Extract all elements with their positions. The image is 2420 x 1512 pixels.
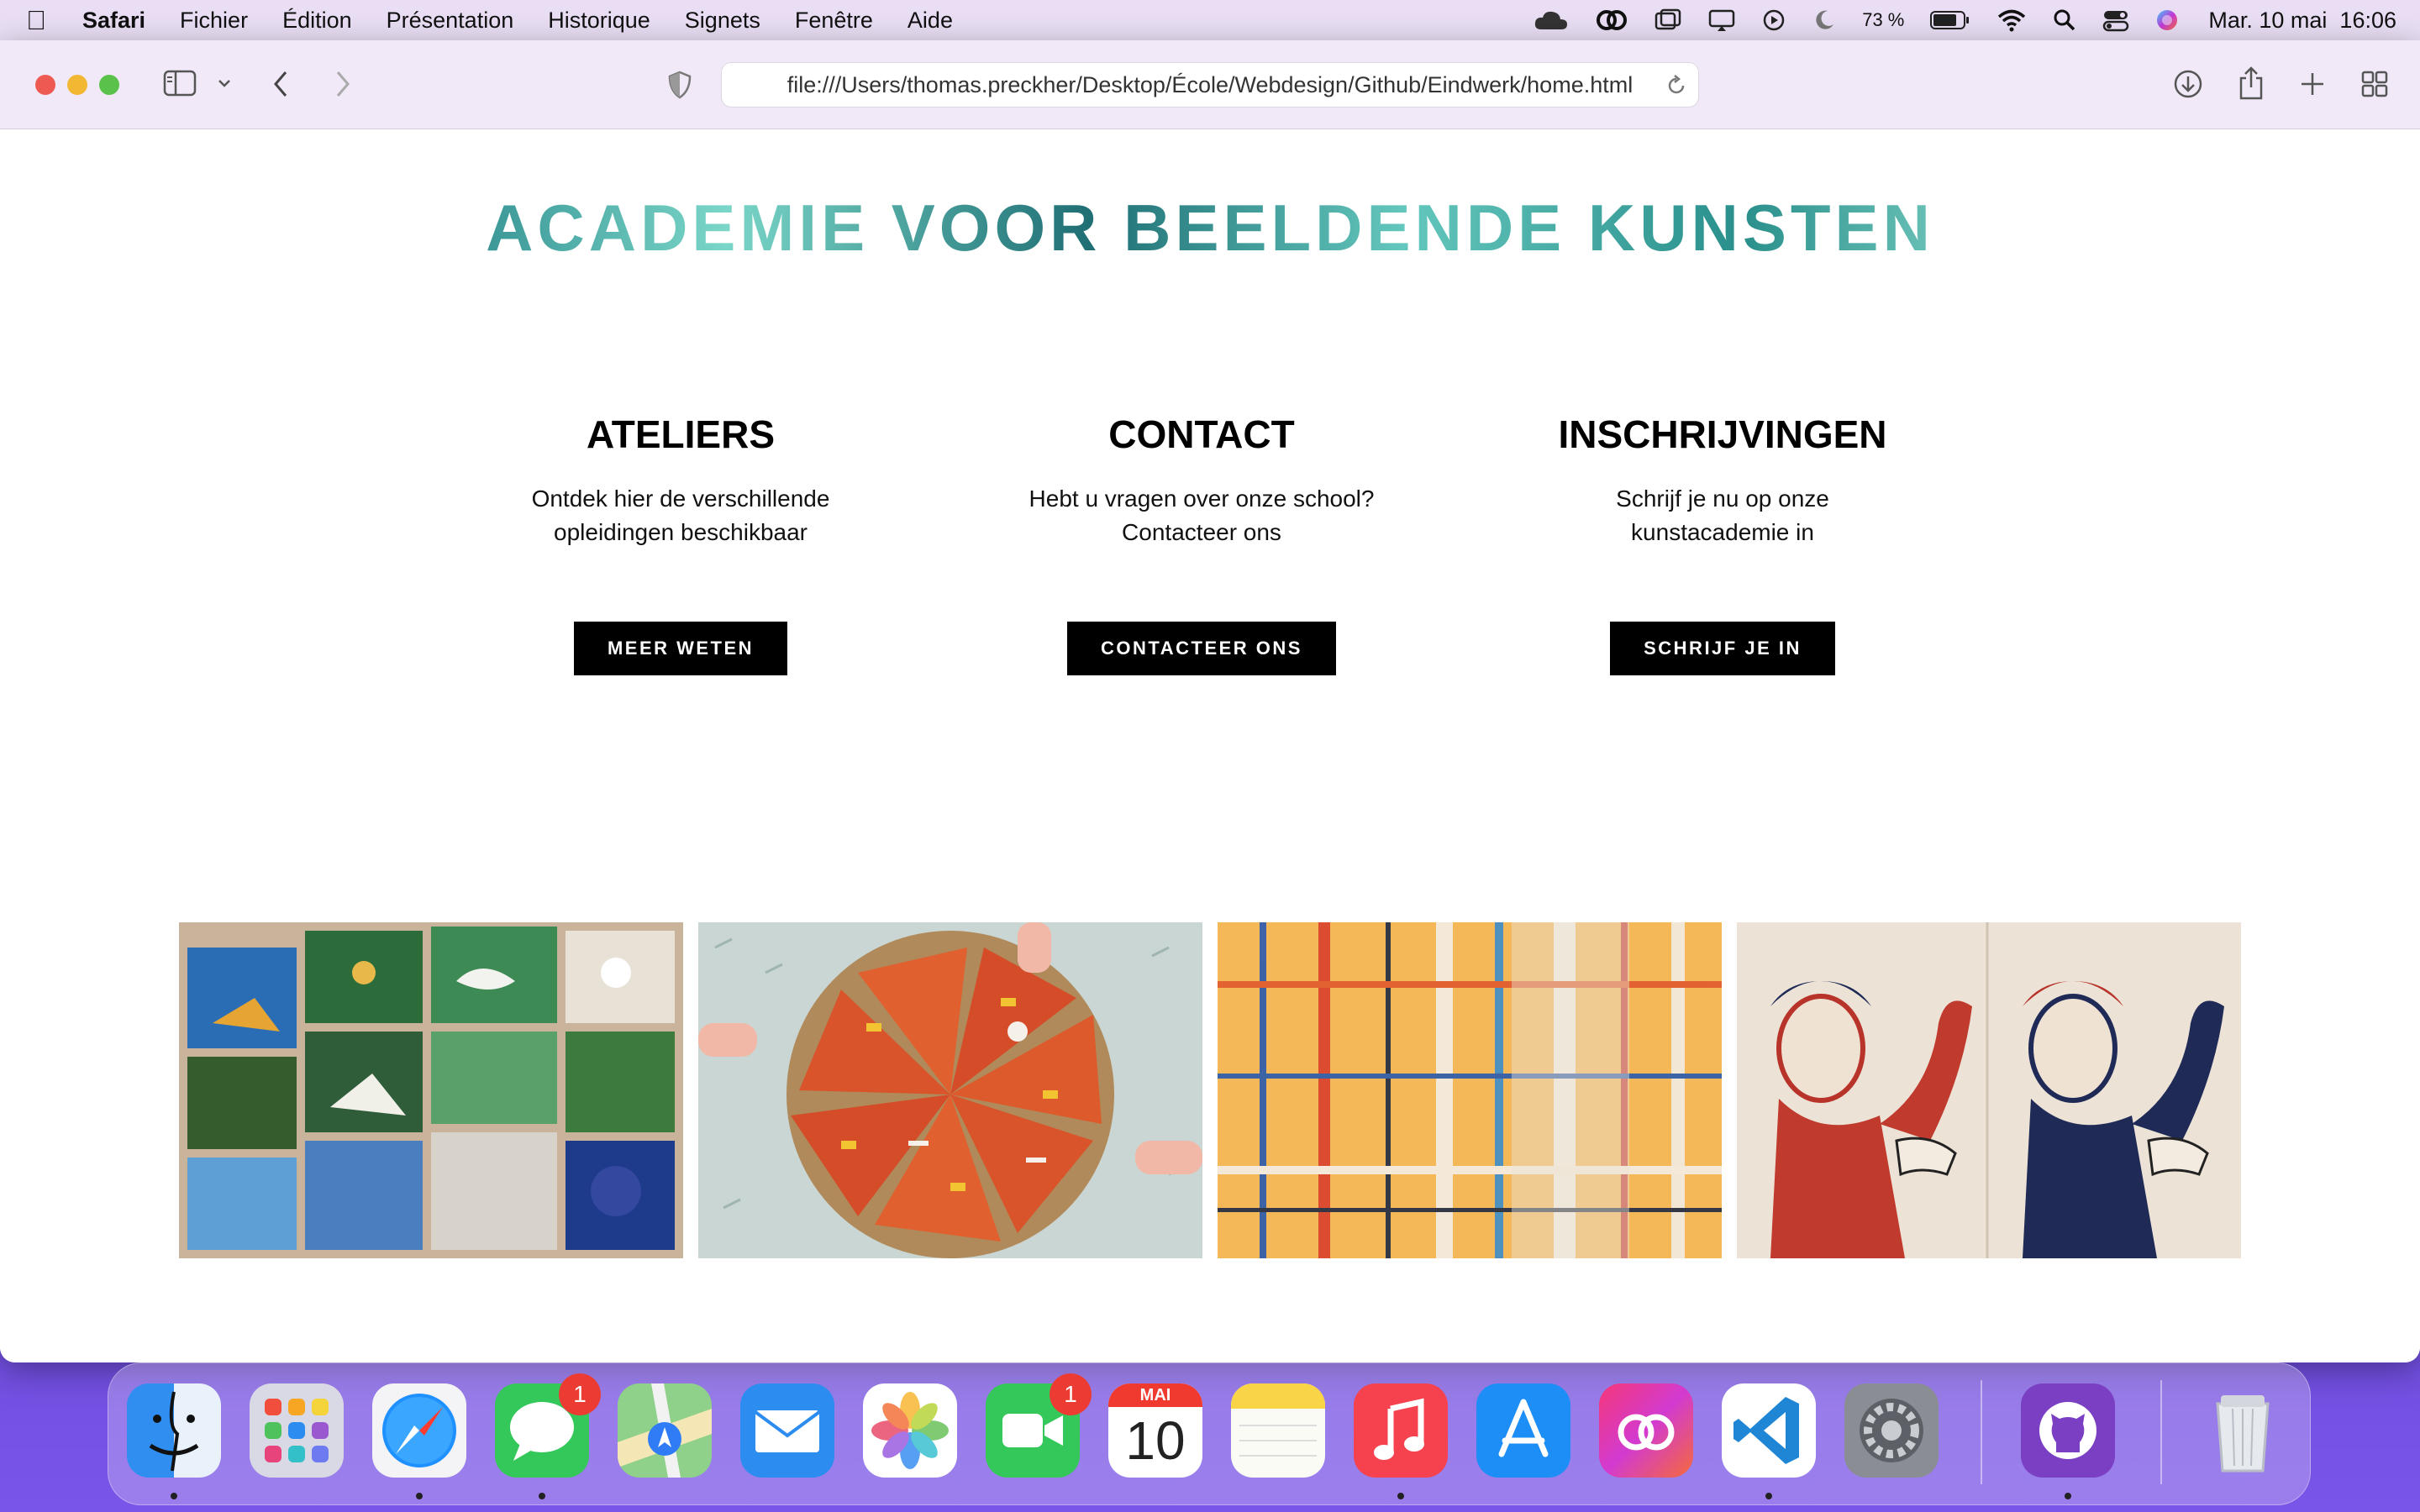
music-app-icon[interactable] <box>1354 1383 1448 1478</box>
finder-app-icon[interactable] <box>127 1383 221 1478</box>
column-text: Schrijf je nu op onze kunstacademie in <box>1616 486 1829 545</box>
launchpad-app-icon[interactable] <box>250 1383 344 1478</box>
calendar-app-icon[interactable]: MAI 10 <box>1108 1383 1202 1478</box>
web-page: ACADEMIE VOOR BEELDENDE KUNSTEN ATELIERS… <box>0 129 2420 1362</box>
site-title: ACADEMIE VOOR BEELDENDE KUNSTEN <box>0 190 2420 266</box>
facetime-badge: 1 <box>1050 1373 1092 1415</box>
running-indicator <box>539 1493 545 1499</box>
forward-icon[interactable] <box>333 69 353 99</box>
new-tab-icon[interactable] <box>2299 71 2326 97</box>
trash-app-icon[interactable] <box>2196 1383 2290 1478</box>
photos-app-icon[interactable] <box>863 1383 957 1478</box>
column-heading: ATELIERS <box>586 412 776 456</box>
control-center-icon[interactable] <box>2102 8 2129 33</box>
contacteer-ons-button[interactable]: CONTACTEER ONS <box>1067 622 1336 675</box>
cloud-icon[interactable] <box>1533 8 1570 33</box>
running-indicator <box>171 1493 177 1499</box>
screen-mirroring-icon[interactable] <box>1707 8 1736 33</box>
moon-icon[interactable] <box>1812 8 1837 33</box>
sidebar-toggle-icon[interactable] <box>163 69 197 97</box>
dock-separator <box>1981 1380 1982 1484</box>
column-inschrijvingen: INSCHRIJVINGEN Schrijf je nu op onze kun… <box>1529 412 1916 675</box>
minimize-window-button[interactable] <box>67 75 87 95</box>
menu-presentation[interactable]: Présentation <box>387 8 514 34</box>
battery-icon[interactable] <box>1929 9 1971 31</box>
github-desktop-app-icon[interactable] <box>2021 1383 2115 1478</box>
column-heading: CONTACT <box>1108 412 1295 456</box>
maps-app-icon[interactable] <box>618 1383 712 1478</box>
running-indicator <box>2065 1493 2071 1499</box>
privacy-shield-icon[interactable] <box>667 71 692 99</box>
spotlight-search-icon[interactable] <box>2052 8 2077 33</box>
menu-signets[interactable]: Signets <box>685 8 760 34</box>
menu-aide[interactable]: Aide <box>908 8 953 34</box>
app-store-app-icon[interactable] <box>1476 1383 1570 1478</box>
gallery-image-pizza <box>698 922 1202 1258</box>
column-text: Ontdek hier de verschillende opleidingen… <box>531 486 830 545</box>
running-indicator <box>1397 1493 1404 1499</box>
running-indicator <box>416 1493 423 1499</box>
address-bar[interactable]: file:///Users/thomas.preckher/Desktop/Éc… <box>721 62 1699 108</box>
dock: 1 1 MAI 10 <box>108 1362 2311 1505</box>
chevron-down-icon[interactable] <box>217 76 232 91</box>
gallery-image-dioramas <box>179 922 683 1258</box>
system-preferences-app-icon[interactable] <box>1844 1383 1939 1478</box>
apple-menu-icon[interactable]:  <box>24 5 49 36</box>
running-indicator <box>1765 1493 1772 1499</box>
calendar-day: 10 <box>1125 1410 1186 1471</box>
browser-window: file:///Users/thomas.preckher/Desktop/Éc… <box>0 40 2420 1362</box>
safari-app-icon[interactable] <box>372 1383 466 1478</box>
dock-separator <box>2160 1380 2162 1484</box>
gallery-image-abstract <box>1218 922 1722 1258</box>
column-contact: CONTACT Hebt u vragen over onze school? … <box>1008 412 1395 675</box>
browser-toolbar: file:///Users/thomas.preckher/Desktop/Éc… <box>0 40 2420 129</box>
menu-bar:  Safari Fichier Édition Présentation Hi… <box>0 0 2420 40</box>
meer-weten-button[interactable]: MEER WETEN <box>573 622 788 675</box>
menu-fichier[interactable]: Fichier <box>180 8 248 34</box>
share-icon[interactable] <box>2237 66 2265 101</box>
siri-icon[interactable] <box>2154 8 2180 33</box>
datetime[interactable]: Mar. 10 mai 16:06 <box>2208 8 2396 34</box>
menu-app-name[interactable]: Safari <box>82 8 145 34</box>
creative-cloud-menu-icon[interactable] <box>1595 8 1628 33</box>
battery-percent: 73 % <box>1862 9 1905 30</box>
mail-app-icon[interactable] <box>740 1383 834 1478</box>
vscode-app-icon[interactable] <box>1722 1383 1816 1478</box>
reload-icon[interactable] <box>1665 74 1688 103</box>
url-text[interactable]: file:///Users/thomas.preckher/Desktop/Éc… <box>787 72 1633 98</box>
zoom-window-button[interactable] <box>99 75 119 95</box>
now-playing-icon[interactable] <box>1761 8 1786 33</box>
column-ateliers: ATELIERS Ontdek hier de verschillende op… <box>487 412 874 675</box>
messages-badge: 1 <box>559 1373 601 1415</box>
menu-historique[interactable]: Historique <box>548 8 650 34</box>
creative-cloud-app-icon[interactable] <box>1599 1383 1693 1478</box>
menu-fenetre[interactable]: Fenêtre <box>795 8 873 34</box>
notes-app-icon[interactable] <box>1231 1383 1325 1478</box>
schrijf-je-in-button[interactable]: SCHRIJF JE IN <box>1610 622 1835 675</box>
gallery-image-prints <box>1737 922 2241 1258</box>
close-window-button[interactable] <box>35 75 55 95</box>
wifi-icon[interactable] <box>1996 8 2027 33</box>
column-text: Hebt u vragen over onze school? Contacte… <box>1028 486 1375 545</box>
menu-edition[interactable]: Édition <box>282 8 352 34</box>
downloads-icon[interactable] <box>2173 69 2203 99</box>
window-icon[interactable] <box>1654 8 1682 33</box>
calendar-month: MAI <box>1108 1383 1202 1407</box>
tab-overview-icon[interactable] <box>2361 71 2388 97</box>
column-heading: INSCHRIJVINGEN <box>1558 412 1887 456</box>
back-icon[interactable] <box>271 69 291 99</box>
